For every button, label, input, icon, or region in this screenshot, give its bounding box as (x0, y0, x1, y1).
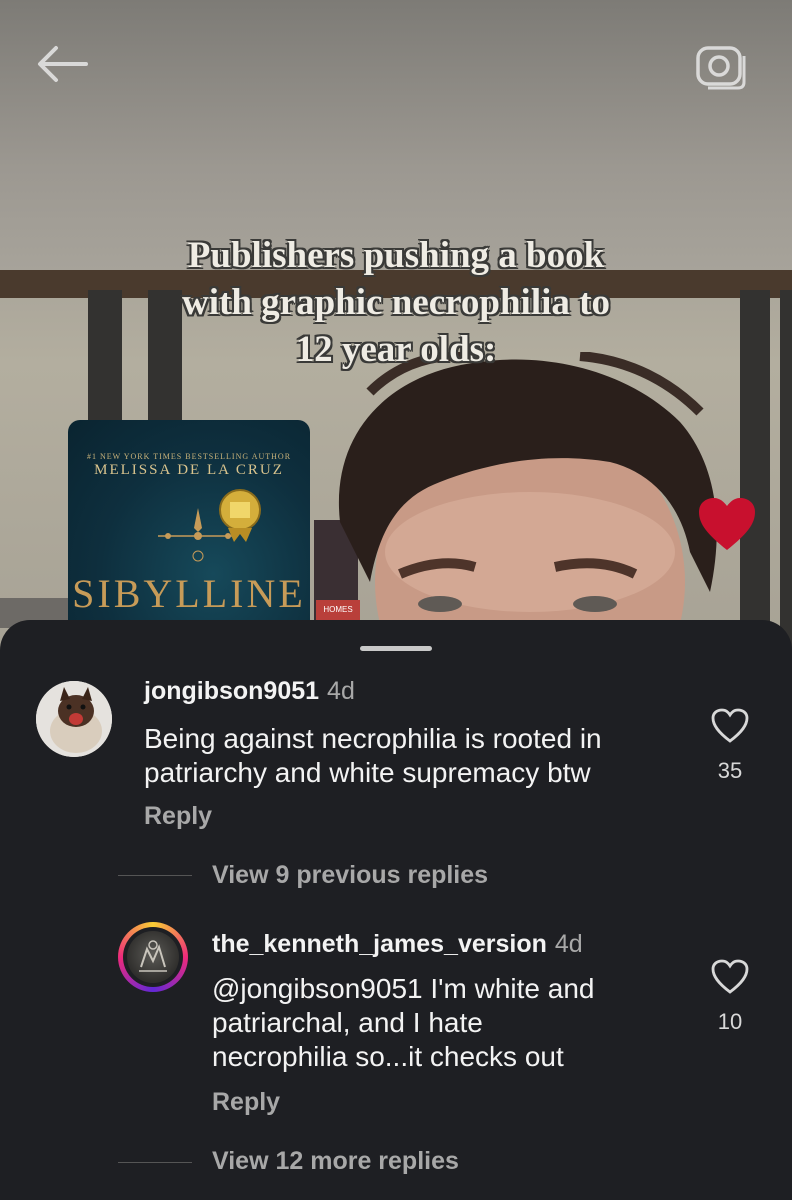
view-more-replies-button[interactable]: View 12 more replies (212, 1147, 459, 1176)
comment-line: patriarchal, and I hate (212, 1007, 483, 1038)
book-tagline: #1 NEW YORK TIMES BESTSELLING AUTHOR (86, 452, 292, 461)
comment-username[interactable]: the_kenneth_james_version 4d (212, 930, 583, 959)
avatar-image (127, 931, 179, 983)
award-badge-icon (219, 489, 261, 542)
drawing-avatar-icon (139, 940, 167, 972)
divider-line (118, 875, 192, 876)
like-heart-icon[interactable] (711, 708, 749, 744)
caption-line: 12 year olds: (295, 329, 497, 370)
drag-handle[interactable] (360, 646, 432, 651)
book-author: MELISSA DE LA CRUZ (94, 462, 284, 478)
cat-avatar-image (36, 681, 112, 757)
comment-body: Being against necrophilia is rooted in p… (144, 722, 602, 790)
heart-icon[interactable] (697, 496, 757, 552)
comments-sheet: jongibson9051 4d Being against necrophili… (0, 620, 792, 1200)
avatar-with-story-ring[interactable] (118, 922, 188, 992)
username-text[interactable]: the_kenneth_james_version (212, 930, 547, 958)
divider-line (118, 1162, 192, 1163)
like-count: 10 (717, 1009, 743, 1034)
comment-line: Being against necrophilia is rooted in (144, 723, 602, 754)
person-face (338, 352, 717, 660)
caption-line: Publishers pushing a book (187, 235, 605, 276)
username-text[interactable]: jongibson9051 (144, 677, 319, 705)
caption-line: with graphic necrophilia to (182, 282, 610, 323)
comment-username[interactable]: jongibson9051 4d (144, 677, 355, 706)
comment-line: @jongibson9051 I'm white and (212, 973, 595, 1004)
like-count: 35 (717, 758, 743, 783)
comment-line: necrophilia so...it checks out (212, 1041, 564, 1072)
video-caption-overlay: Publishers pushing a book with graphic n… (0, 232, 792, 373)
book-cover: #1 NEW YORK TIMES BESTSELLING AUTHOR MEL… (68, 420, 310, 640)
comment-line: patriarchy and white supremacy btw (144, 757, 591, 788)
comment-time: 4d (327, 677, 355, 705)
reply-button[interactable]: Reply (212, 1088, 280, 1117)
view-previous-replies-button[interactable]: View 9 previous replies (212, 861, 488, 890)
like-heart-icon[interactable] (711, 959, 749, 995)
reply-button[interactable]: Reply (144, 802, 212, 831)
avatar[interactable] (36, 681, 112, 757)
comment-time: 4d (554, 930, 583, 958)
back-arrow-icon[interactable] (34, 42, 90, 86)
camera-icon[interactable] (694, 40, 750, 90)
comment-body: @jongibson9051 I'm white and patriarchal… (212, 972, 594, 1074)
book-title: SIBYLLINE (72, 571, 306, 616)
video-player[interactable]: HOMES #1 NEW YORK TIMES BESTSELLING AUTH… (0, 0, 792, 660)
